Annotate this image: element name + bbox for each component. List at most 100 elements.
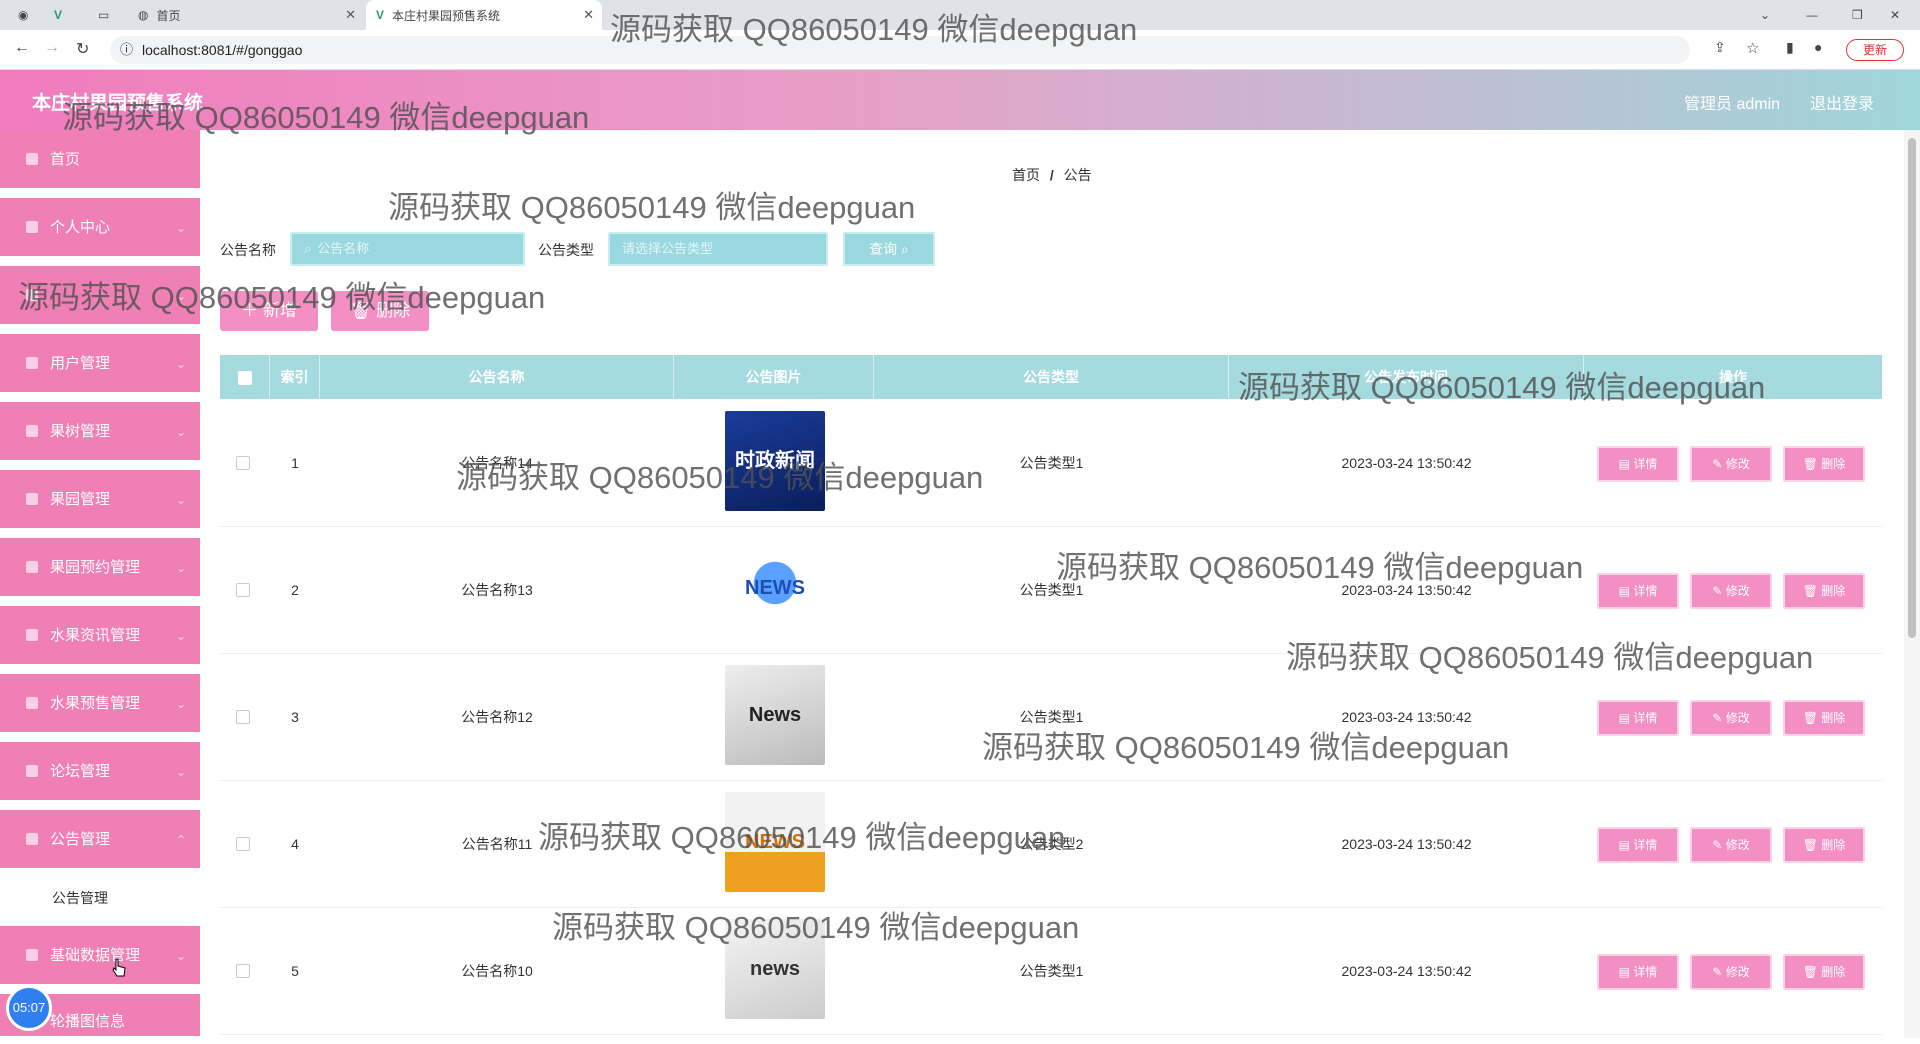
info-icon: ⓘ xyxy=(120,42,134,57)
reload-icon[interactable]: ↻ xyxy=(76,39,89,59)
sidebar-item-reservations[interactable]: 果园预约管理 ⌄ xyxy=(0,538,200,598)
detail-label: 详情 xyxy=(1633,965,1658,979)
detail-button[interactable]: ▤ 详情 xyxy=(1597,827,1679,863)
update-button[interactable]: 更新 xyxy=(1846,39,1904,61)
row-checkbox[interactable] xyxy=(236,837,250,851)
sidebar: 首页 个人中心 ⌄ ⌄ 用户管理 ⌄ 果树管理 ⌄ 果园管理 ⌄ 果园预约管理 ⌄ 水果资… xyxy=(0,130,200,1038)
row-checkbox[interactable] xyxy=(236,710,250,724)
minimize-icon[interactable]: — xyxy=(1796,0,1826,30)
edit-label: 修改 xyxy=(1725,965,1750,979)
sidebar-item-presale[interactable]: 水果预售管理 ⌄ xyxy=(0,674,200,734)
tab-system[interactable]: V 本庄村果园预售系统 ✕ xyxy=(366,0,602,30)
breadcrumb-home[interactable]: 首页 xyxy=(1012,167,1040,183)
sidebar-item-orchards[interactable]: 果园管理 ⌄ xyxy=(0,470,200,530)
add-button[interactable]: ＋ 新增 xyxy=(220,291,318,331)
forward-icon[interactable]: → xyxy=(44,39,60,57)
detail-button[interactable]: ▤ 详情 xyxy=(1597,954,1679,990)
blank-tab-icon[interactable]: ▭ xyxy=(88,0,112,30)
row-checkbox[interactable] xyxy=(236,964,250,978)
github-icon[interactable]: ◉ xyxy=(8,0,32,30)
vue-logo-icon: V xyxy=(376,8,385,22)
list-icon xyxy=(26,765,38,777)
row-checkbox[interactable] xyxy=(236,583,250,597)
edit-button[interactable]: ✎ 修改 xyxy=(1690,446,1772,482)
window-close-icon[interactable]: ✕ xyxy=(1880,0,1910,30)
delete-button[interactable]: 🗑 删除 xyxy=(1783,573,1865,609)
edit-button[interactable]: ✎ 修改 xyxy=(1690,827,1772,863)
recording-timer: 05:07 xyxy=(6,985,52,1031)
row-time: 2023-03-24 13:50:42 xyxy=(1341,836,1472,852)
back-icon[interactable]: ← xyxy=(14,39,30,57)
thumbnail-text: news xyxy=(749,958,801,980)
tab-system-label: 本庄村果园预售系统 xyxy=(392,8,501,23)
tab-home[interactable]: ◍ 首页 ✕ xyxy=(128,0,364,30)
row-checkbox[interactable] xyxy=(236,456,250,470)
close-tab-icon[interactable]: ✕ xyxy=(583,7,594,23)
breadcrumb-current: 公告 xyxy=(1063,167,1092,183)
type-select[interactable]: 请选择公告类型 xyxy=(608,232,828,266)
breadcrumb-separator: / xyxy=(1049,167,1054,183)
edit-label: 修改 xyxy=(1725,457,1750,471)
delete-selected-button[interactable]: 🗑 删除 xyxy=(331,291,429,331)
edit-label: 修改 xyxy=(1725,584,1750,598)
name-search-input[interactable]: ⌕ 公告名称 xyxy=(290,232,525,266)
sidebar-item-forum[interactable]: 论坛管理 ⌄ xyxy=(0,742,200,802)
edit-button[interactable]: ✎ 修改 xyxy=(1690,700,1772,736)
edit-button[interactable]: ✎ 修改 xyxy=(1690,954,1772,990)
sidebar-item-personal[interactable]: 个人中心 ⌄ xyxy=(0,198,200,258)
sidebar-item-basic-data[interactable]: 基础数据管理 ⌄ xyxy=(0,926,200,986)
row-name: 公告名称11 xyxy=(461,836,533,852)
column-header-name: 公告名称 xyxy=(320,355,674,399)
sidebar-item-users[interactable]: 用户管理 ⌄ xyxy=(0,334,200,394)
name-input-placeholder: 公告名称 xyxy=(317,241,370,256)
delete-button[interactable]: 🗑 删除 xyxy=(1783,954,1865,990)
delete-button[interactable]: 🗑 删除 xyxy=(1783,446,1865,482)
profile-icon[interactable]: ● xyxy=(1814,39,1822,55)
sidebar-item-hidden[interactable]: ⌄ xyxy=(0,266,200,326)
row-type: 公告类型2 xyxy=(1019,836,1084,852)
sidebar-item-home[interactable]: 首页 xyxy=(0,130,200,190)
submenu-notice-management[interactable]: 公告管理 xyxy=(0,878,200,918)
detail-button[interactable]: ▤ 详情 xyxy=(1597,573,1679,609)
detail-button[interactable]: ▤ 详情 xyxy=(1597,700,1679,736)
share-icon[interactable]: ⇪ xyxy=(1714,39,1726,56)
sidebar-item-trees[interactable]: 果树管理 ⌄ xyxy=(0,402,200,462)
sidebar-item-notices[interactable]: 公告管理 ⌃ xyxy=(0,810,200,870)
user-icon xyxy=(26,949,38,961)
sidepanel-icon[interactable]: ▮ xyxy=(1786,39,1794,56)
column-header-actions: 操作 xyxy=(1719,369,1747,385)
url-field[interactable]: ⓘ localhost:8081/#/gonggao xyxy=(110,36,1690,64)
chevron-down-icon: ⌄ xyxy=(175,425,186,439)
star-icon[interactable]: ☆ xyxy=(1746,39,1759,57)
hand-cursor-icon xyxy=(112,958,126,977)
row-name: 公告名称13 xyxy=(461,582,533,598)
edit-label: 修改 xyxy=(1725,838,1750,852)
close-tab-icon[interactable]: ✕ xyxy=(345,7,356,23)
detail-label: 详情 xyxy=(1633,457,1658,471)
sidebar-item-fruit-news[interactable]: 水果资讯管理 ⌄ xyxy=(0,606,200,666)
select-all-checkbox[interactable] xyxy=(237,371,252,386)
pencil-icon: ✎ xyxy=(1712,838,1726,852)
tab-search-icon[interactable]: ⌄ xyxy=(1750,0,1780,30)
page-scrollbar[interactable] xyxy=(1904,130,1920,1038)
chevron-down-icon: ⌄ xyxy=(175,697,186,711)
maximize-icon[interactable]: ❐ xyxy=(1842,0,1872,30)
chevron-down-icon: ⌄ xyxy=(175,949,186,963)
delete-button[interactable]: 🗑 删除 xyxy=(1783,700,1865,736)
delete-label: 删除 xyxy=(1821,457,1846,471)
detail-button[interactable]: ▤ 详情 xyxy=(1597,446,1679,482)
flag-icon xyxy=(26,357,38,369)
scrollbar-thumb[interactable] xyxy=(1908,138,1916,638)
row-index: 5 xyxy=(291,963,299,979)
row-name: 公告名称14 xyxy=(461,455,533,471)
delete-button[interactable]: 🗑 删除 xyxy=(1783,827,1865,863)
edit-button[interactable]: ✎ 修改 xyxy=(1690,573,1772,609)
vue-icon[interactable]: V xyxy=(44,0,68,30)
table-row: 1 公告名称14 时政新闻 公告类型1 2023-03-24 13:50:42 ▤ 详情 ✎… xyxy=(220,400,1882,527)
query-button[interactable]: 查询 ⌕ xyxy=(843,232,935,266)
logout-link[interactable]: 退出登录 xyxy=(1810,90,1874,114)
thumbnail-text: NEWS xyxy=(745,831,805,853)
delete-label: 删除 xyxy=(1821,965,1846,979)
sidebar-item-label: 水果预售管理 xyxy=(50,695,141,712)
menu-icon xyxy=(26,289,38,301)
